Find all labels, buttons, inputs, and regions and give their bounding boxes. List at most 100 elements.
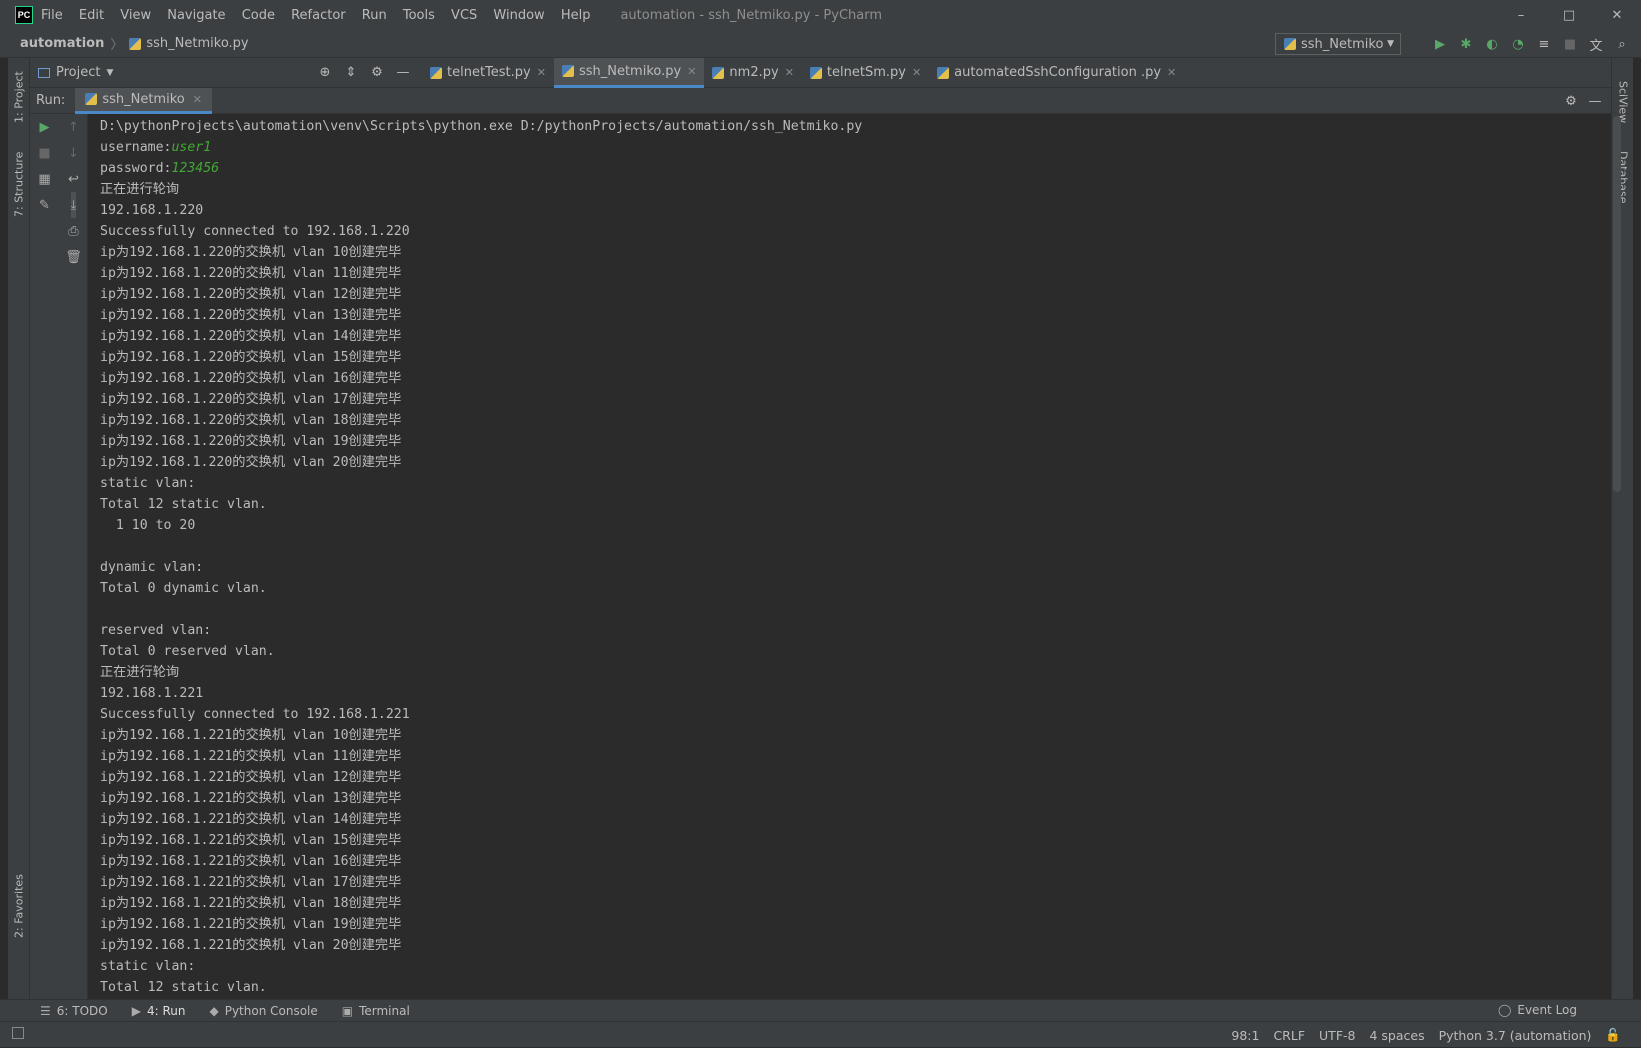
console-scrollbar[interactable] [1613,116,1621,492]
locate-icon[interactable]: ⊕ [312,65,338,80]
console-output[interactable]: D:\pythonProjects\automation\venv\Script… [88,114,1611,999]
console-line: ip为192.168.1.221的交换机 vlan 17创建完毕 [100,875,402,890]
menu-tools[interactable]: Tools [403,8,435,23]
project-selector-label: Project [56,65,101,80]
console-line: Total 12 static vlan. [100,497,267,512]
run-tab-ssh-netmiko[interactable]: ssh_Netmiko ✕ [75,87,212,114]
console-line: ip为192.168.1.220的交换机 vlan 14创建完毕 [100,329,402,344]
breadcrumb-project[interactable]: automation [20,36,104,51]
close-icon[interactable]: ✕ [537,66,546,79]
console-line: Successfully connected to 192.168.1.221 [100,707,410,722]
python-file-icon [85,93,98,105]
menu-code[interactable]: Code [242,8,275,23]
bottom-tab-label: Python Console [224,1003,318,1018]
console-line: ip为192.168.1.221的交换机 vlan 18创建完毕 [100,896,402,911]
menu-view[interactable]: View [120,8,151,23]
editor-tab-label: telnetSm.py [826,65,906,80]
hide-icon[interactable]: — [390,65,416,80]
close-icon[interactable]: ✕ [193,93,202,106]
arrow-up-icon[interactable]: ↑ [68,114,79,140]
breadcrumb-file[interactable]: ssh_Netmiko.py [146,36,248,51]
menu-refactor[interactable]: Refactor [291,8,346,23]
menu-edit[interactable]: Edit [79,8,104,23]
password-prompt: password: [100,161,172,176]
project-icon [38,67,50,78]
scroll-to-end-icon[interactable]: ⤓ [70,192,77,218]
menu-window[interactable]: Window [493,8,544,23]
layout-icon[interactable]: ▦ [38,166,50,192]
editor-tab-automatedsshconfiguration[interactable]: automatedSshConfiguration .py ✕ [929,58,1184,88]
python-file-icon [129,37,142,50]
menu-navigate[interactable]: Navigate [167,8,225,23]
hide-icon[interactable]: — [1583,94,1607,109]
file-encoding[interactable]: UTF-8 [1319,1028,1355,1043]
pin-icon[interactable]: ✎ [39,192,50,218]
translate-icon[interactable]: 文 [1583,33,1609,55]
trash-icon[interactable]: 🗑 [65,244,82,270]
minimize-icon[interactable]: – [1497,0,1545,30]
menu-file[interactable]: File [41,8,63,23]
editor-tab-telnetsm[interactable]: telnetSm.py ✕ [802,58,929,88]
editor-tab-ssh-netmiko[interactable]: ssh_Netmiko.py ✕ [553,57,705,88]
run-icon[interactable]: ▶ [1427,33,1453,55]
console-line: Total 12 static vlan. [100,980,267,995]
bottom-tab-label: 6: TODO [56,1003,108,1018]
chevron-right-icon: 〉 [110,38,124,53]
python-interpreter[interactable]: Python 3.7 (automation) [1439,1028,1592,1043]
close-icon[interactable]: ✕ [687,65,696,78]
console-line: ip为192.168.1.220的交换机 vlan 20创建完毕 [100,455,402,470]
bottom-tab-python-console[interactable]: ◆ Python Console [209,1004,317,1018]
rerun-icon[interactable]: ▶ [40,114,50,140]
stop-icon[interactable]: ■ [1557,33,1583,55]
username-prompt: username: [100,140,172,155]
menu-bar: File Edit View Navigate Code Refactor Ru… [41,8,602,23]
tool-tab-favorites[interactable]: 2: Favorites [8,866,30,946]
stop-icon[interactable]: ■ [38,140,50,166]
tool-tab-project[interactable]: 1: Project [8,62,30,132]
run-panel-header: Run: ssh_Netmiko ✕ ⚙ — [30,87,1611,114]
search-icon[interactable]: ⌕ [1609,33,1635,55]
profile-icon[interactable]: ◔ [1505,33,1531,55]
debug-icon[interactable]: ✱ [1453,33,1479,55]
tool-windows-toggle-icon[interactable] [12,1027,24,1039]
event-log-button[interactable]: ◯ Event Log [1498,1003,1577,1017]
concurrency-icon[interactable]: ≡ [1531,33,1557,55]
bottom-tab-label: Terminal [359,1003,410,1018]
run-configuration-select[interactable]: ssh_Netmiko ▼ [1275,33,1401,55]
console-line: 192.168.1.220 [100,203,204,218]
collapse-all-icon[interactable]: ⇕ [338,65,364,80]
close-icon[interactable]: ✕ [1167,66,1176,79]
run-panel-actions: ⚙ — [1559,88,1607,114]
line-separator[interactable]: CRLF [1273,1028,1305,1043]
menu-help[interactable]: Help [561,8,591,23]
soft-wrap-icon[interactable]: ↩ [68,166,79,192]
bottom-tab-todo[interactable]: ☰ 6: TODO [40,1004,108,1018]
print-icon[interactable]: ⎙ [68,218,78,244]
project-view-select[interactable]: Project ▼ [30,65,312,80]
terminal-icon: ▣ [341,1003,354,1018]
close-icon[interactable]: ✕ [785,66,794,79]
menu-vcs[interactable]: VCS [451,8,477,23]
coverage-icon[interactable]: ◐ [1479,33,1505,55]
gear-icon[interactable]: ⚙ [364,65,390,80]
lock-icon[interactable]: 🔓 [1605,1027,1621,1043]
caret-position[interactable]: 98:1 [1231,1028,1259,1043]
arrow-down-icon[interactable]: ↓ [68,140,79,166]
console-line: ip为192.168.1.220的交换机 vlan 13创建完毕 [100,308,402,323]
bottom-tab-terminal[interactable]: ▣ Terminal [342,1004,410,1018]
editor-tab-telnettest[interactable]: telnetTest.py ✕ [422,58,554,88]
close-icon[interactable]: ✕ [1593,0,1641,30]
editor-tab-nm2[interactable]: nm2.py ✕ [704,58,801,88]
python-file-icon [1284,38,1296,50]
bottom-tab-run[interactable]: ▶ 4: Run [132,1004,186,1018]
close-icon[interactable]: ✕ [912,66,921,79]
console-line: ip为192.168.1.220的交换机 vlan 15创建完毕 [100,350,402,365]
console-command-line: D:\pythonProjects\automation\venv\Script… [100,119,863,134]
maximize-icon[interactable]: □ [1545,0,1593,30]
console-line: 正在进行轮询 [100,182,180,197]
gear-icon[interactable]: ⚙ [1559,94,1583,109]
menu-run[interactable]: Run [362,8,387,23]
tool-tab-structure[interactable]: 7: Structure [8,144,30,224]
indent-setting[interactable]: 4 spaces [1369,1028,1424,1043]
